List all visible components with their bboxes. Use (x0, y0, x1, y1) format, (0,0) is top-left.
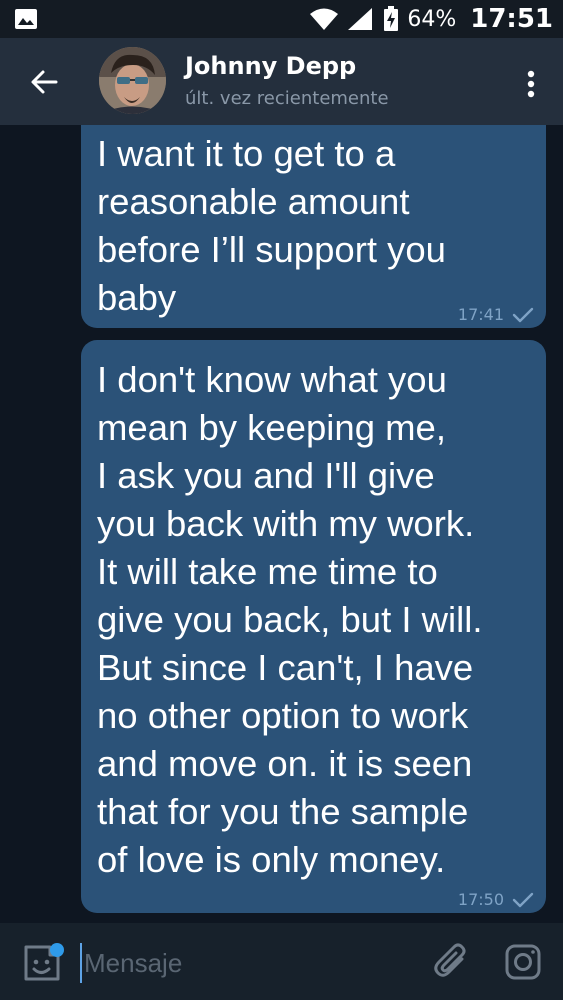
back-button[interactable] (22, 60, 66, 104)
message-meta: 17:41 (458, 305, 534, 324)
more-options-button[interactable] (519, 64, 543, 104)
message-bubble[interactable]: I want it to get to a reasonable amount … (81, 125, 546, 328)
contact-status: últ. vez recientemente (185, 88, 389, 109)
message-bubble[interactable]: I don't know what you mean by keeping me… (81, 340, 546, 913)
message-text: I don't know what you mean by keeping me… (97, 359, 483, 880)
notification-dot (50, 943, 64, 957)
message-meta: 17:50 (458, 890, 534, 909)
camera-icon[interactable] (503, 942, 543, 982)
back-arrow-icon (31, 70, 58, 94)
check-icon (512, 307, 534, 322)
wifi-icon (310, 8, 339, 30)
image-icon (15, 9, 37, 29)
check-icon (512, 892, 534, 907)
message-input[interactable] (80, 943, 404, 983)
contact-name[interactable]: Johnny Depp (185, 52, 356, 80)
signal-icon (348, 8, 373, 30)
chat-area[interactable]: I want it to get to a reasonable amount … (0, 125, 563, 923)
status-icons: 64% 17:51 (309, 0, 553, 38)
avatar-image (99, 47, 166, 114)
battery-icon (384, 6, 399, 31)
attach-icon[interactable] (432, 942, 472, 982)
avatar[interactable] (99, 47, 166, 114)
clock: 17:51 (470, 4, 553, 34)
status-bar: 64% 17:51 (0, 0, 563, 38)
battery-percentage: 64% (407, 6, 457, 32)
more-vert-icon (527, 70, 535, 98)
message-time: 17:41 (457, 305, 504, 324)
message-time: 17:50 (457, 890, 504, 909)
message-input-bar (0, 923, 563, 1000)
message-text: I want it to get to a reasonable amount … (97, 133, 446, 318)
chat-header: Johnny Depp últ. vez recientemente (0, 38, 563, 125)
